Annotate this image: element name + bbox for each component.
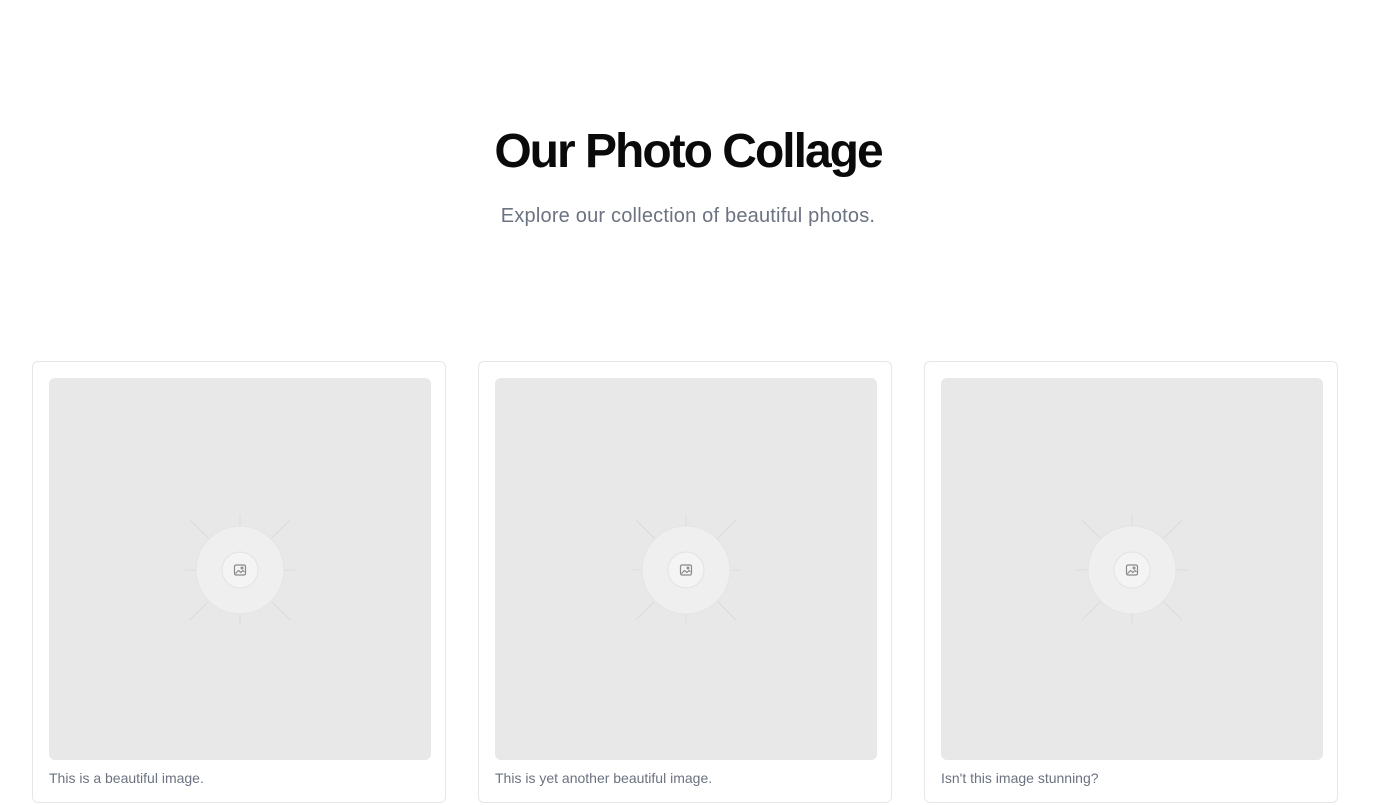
photo-placeholder[interactable] (495, 378, 877, 760)
image-placeholder-icon (1077, 515, 1187, 625)
photo-caption: This is a beautiful image. (49, 770, 204, 786)
photo-placeholder[interactable] (49, 378, 431, 760)
page-title: Our Photo Collage (494, 125, 883, 178)
photo-card[interactable]: This is a beautiful image. (32, 361, 446, 803)
photo-placeholder[interactable] (941, 378, 1323, 760)
photo-caption: Isn't this image stunning? (941, 770, 1099, 786)
page: Our Photo Collage Explore our collection… (0, 0, 1376, 805)
photo-caption: This is yet another beautiful image. (495, 770, 713, 786)
photo-grid: This is a beautiful image. This is yet a… (32, 361, 1344, 803)
page-subtitle: Explore our collection of beautiful phot… (500, 205, 876, 227)
image-placeholder-icon (185, 515, 295, 625)
photo-card[interactable]: This is yet another beautiful image. (478, 361, 892, 803)
image-placeholder-icon (631, 515, 741, 625)
photo-card[interactable]: Isn't this image stunning? (924, 361, 1338, 803)
